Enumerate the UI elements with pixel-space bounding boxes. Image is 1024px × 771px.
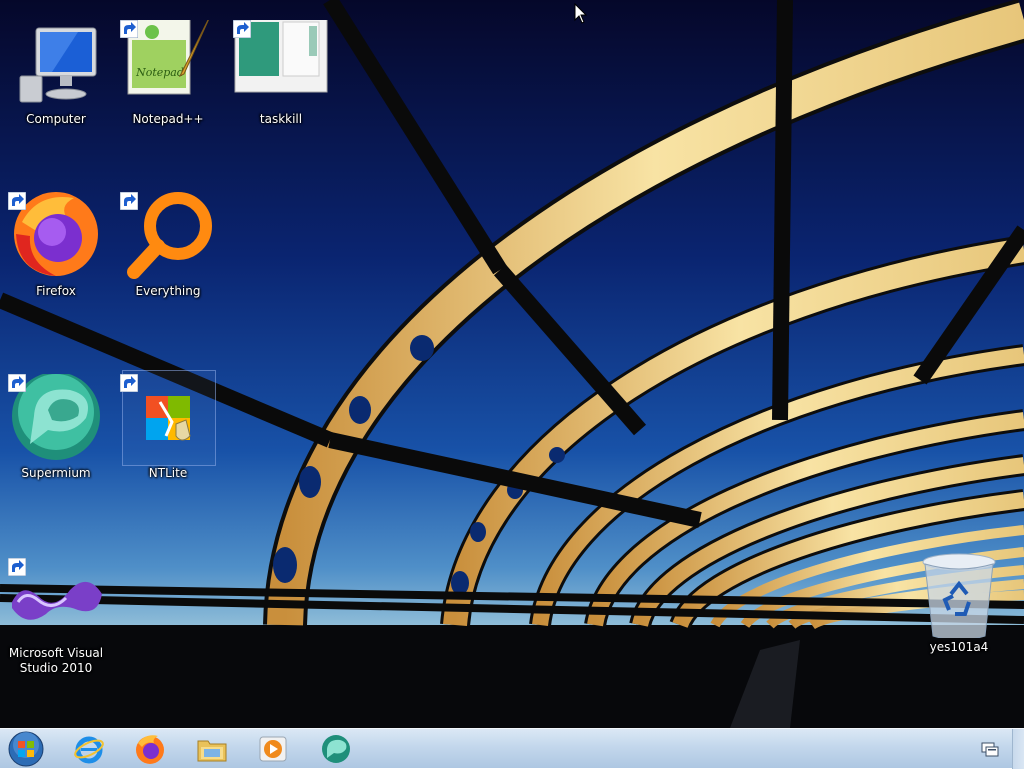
mouse-cursor-icon bbox=[574, 3, 588, 24]
taskbar bbox=[0, 728, 1024, 769]
desktop-icon-taskkill[interactable]: taskkill bbox=[233, 20, 329, 127]
computer-icon bbox=[19, 27, 97, 103]
shortcut-arrow-icon bbox=[120, 20, 138, 38]
desktop-icon-computer[interactable]: Computer bbox=[8, 20, 104, 127]
start-button[interactable] bbox=[6, 730, 46, 768]
shortcut-arrow-icon bbox=[120, 374, 138, 392]
tray-action-center[interactable] bbox=[980, 739, 1000, 759]
windows-orb-icon bbox=[8, 731, 44, 767]
icon-label: taskkill bbox=[259, 112, 303, 126]
desktop-icon-firefox[interactable]: Firefox bbox=[8, 192, 104, 299]
taskbar-supermium[interactable] bbox=[309, 730, 363, 768]
shortcut-arrow-icon bbox=[8, 558, 26, 576]
desktop-icon-recycle-bin[interactable]: yes101a4 bbox=[911, 548, 1007, 655]
svg-text:Notepad: Notepad bbox=[135, 66, 184, 79]
desktop-icon-ntlite[interactable]: NTLite bbox=[120, 370, 216, 481]
taskbar-file-explorer[interactable] bbox=[185, 730, 239, 768]
desktop[interactable]: Computer Notepad Notepad++ taskkill Fire… bbox=[0, 0, 1024, 728]
media-player-icon bbox=[259, 736, 287, 762]
icon-label: Everything bbox=[135, 284, 201, 298]
desktop-icon-everything[interactable]: Everything bbox=[120, 192, 216, 299]
action-center-icon bbox=[981, 742, 999, 757]
icon-label: Microsoft Visual Studio 2010 bbox=[8, 646, 104, 675]
show-desktop-button[interactable] bbox=[1012, 729, 1024, 769]
shortcut-arrow-icon bbox=[8, 374, 26, 392]
desktop-icon-vs2010[interactable]: Microsoft Visual Studio 2010 bbox=[8, 558, 104, 676]
shortcut-arrow-icon bbox=[8, 192, 26, 210]
taskbar-firefox[interactable] bbox=[123, 730, 177, 768]
taskbar-media-player[interactable] bbox=[246, 730, 300, 768]
supermium-icon bbox=[322, 735, 350, 763]
icon-label: Notepad++ bbox=[132, 112, 204, 126]
shortcut-arrow-icon bbox=[233, 20, 251, 38]
firefox-icon bbox=[136, 735, 164, 764]
icon-label: Computer bbox=[26, 112, 86, 126]
icon-label: yes101a4 bbox=[929, 640, 989, 654]
shortcut-arrow-icon bbox=[120, 192, 138, 210]
desktop-icon-notepadpp[interactable]: Notepad Notepad++ bbox=[120, 20, 216, 127]
icon-label: NTLite bbox=[148, 466, 188, 480]
desktop-icon-supermium[interactable]: Supermium bbox=[8, 374, 104, 481]
icon-label: Firefox bbox=[36, 284, 76, 298]
icon-label: Supermium bbox=[21, 466, 91, 480]
internet-explorer-icon bbox=[74, 736, 104, 764]
taskbar-internet-explorer[interactable] bbox=[62, 730, 116, 768]
recycle-bin-icon bbox=[922, 553, 996, 638]
file-explorer-icon bbox=[197, 740, 227, 762]
